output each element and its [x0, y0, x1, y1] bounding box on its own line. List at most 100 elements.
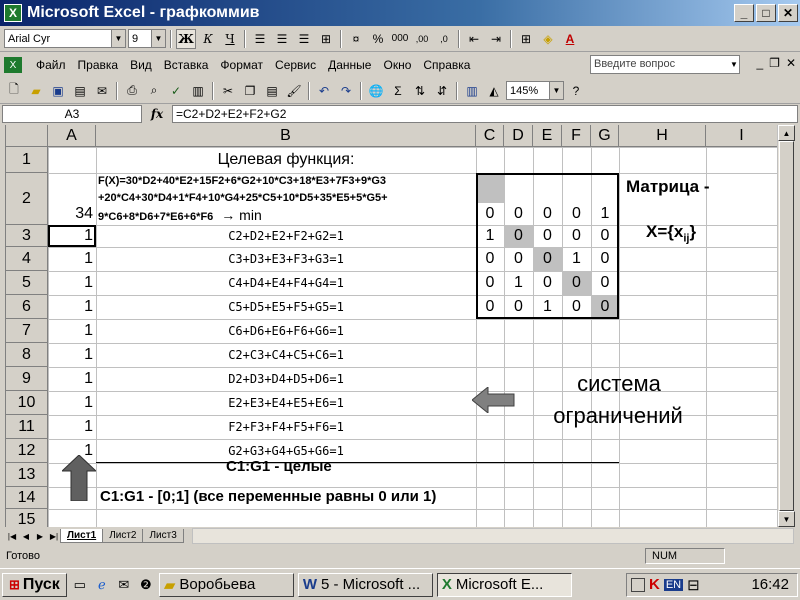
help-icon[interactable]: ?: [566, 81, 586, 101]
zoom-select[interactable]: 145% ▼: [506, 81, 564, 100]
cell-b13[interactable]: C1:G1 - целые: [226, 458, 332, 475]
task-word[interactable]: W 5 - Microsoft ...: [297, 572, 433, 597]
font-size-select[interactable]: 9 ▼: [128, 29, 166, 48]
cell-b2[interactable]: F(X)=30*D2+40*E2+15F2+6*G2+10*C3+18*E3+7…: [96, 173, 476, 225]
cell-a2[interactable]: 34: [48, 173, 96, 225]
row-header-3[interactable]: 3: [6, 225, 48, 247]
chevron-down-icon[interactable]: ▼: [151, 30, 165, 47]
font-color-icon[interactable]: A: [560, 29, 580, 49]
drawing-icon[interactable]: ◭: [484, 81, 504, 101]
cell-b1[interactable]: Целевая функция:: [96, 147, 476, 173]
doc-restore-button[interactable]: ❐: [769, 56, 780, 70]
antivirus-icon[interactable]: K: [649, 576, 660, 593]
increase-decimal-button[interactable]: ,00: [412, 29, 432, 49]
excel-app-icon[interactable]: X: [4, 4, 22, 22]
show-desktop-icon[interactable]: ▭: [71, 576, 89, 594]
active-cell-a3[interactable]: 1: [48, 225, 96, 247]
cell-a4[interactable]: 1: [48, 247, 96, 271]
sheet-tab-3[interactable]: Лист3: [142, 529, 184, 543]
row-header-4[interactable]: 4: [6, 247, 48, 271]
constraint-cell-b6[interactable]: C5+D5+E5+F5+G5=1: [96, 295, 476, 319]
open-folder-icon[interactable]: ▰: [26, 81, 46, 101]
spelling-icon[interactable]: ✓: [166, 81, 186, 101]
row-header-13[interactable]: 13: [6, 463, 48, 487]
worksheet-grid[interactable]: A B C D E F G H I 1 2 3 4 5 6 7 8 9 10 11 12 13 14 15 Целевая фу…: [5, 125, 777, 527]
select-all-corner[interactable]: [6, 125, 48, 147]
row-header-9[interactable]: 9: [6, 367, 48, 391]
column-header-d[interactable]: D: [504, 125, 533, 147]
cell-a5[interactable]: 1: [48, 271, 96, 295]
fill-color-icon[interactable]: ◈: [538, 29, 558, 49]
scroll-down-icon[interactable]: ▼: [778, 511, 795, 527]
cell-a11[interactable]: 1: [48, 415, 96, 439]
scroll-thumb[interactable]: [779, 141, 794, 511]
chart-wizard-icon[interactable]: ▥: [462, 81, 482, 101]
menu-item-tools[interactable]: Сервис: [269, 58, 322, 72]
name-box[interactable]: A3: [2, 105, 142, 123]
doc-close-button[interactable]: ✕: [786, 56, 796, 70]
thousands-button[interactable]: 000: [390, 29, 410, 49]
menu-item-file[interactable]: Файл: [30, 58, 72, 72]
menu-item-format[interactable]: Формат: [214, 58, 269, 72]
cell-a8[interactable]: 1: [48, 343, 96, 367]
align-left-icon[interactable]: ☰: [250, 29, 270, 49]
column-header-g[interactable]: G: [591, 125, 619, 147]
tray-app-icon[interactable]: [631, 577, 645, 592]
chevron-down-icon[interactable]: ▼: [728, 56, 740, 73]
column-header-f[interactable]: F: [562, 125, 591, 147]
menu-item-data[interactable]: Данные: [322, 58, 377, 72]
constraint-cell-b8[interactable]: C2+C3+C4+C5+C6=1: [96, 343, 476, 367]
row-header-11[interactable]: 11: [6, 415, 48, 439]
row-header-1[interactable]: 1: [6, 147, 48, 173]
scroll-up-icon[interactable]: ▲: [778, 125, 795, 141]
row-header-10[interactable]: 10: [6, 391, 48, 415]
menu-item-insert[interactable]: Вставка: [158, 58, 215, 72]
close-button[interactable]: ✕: [778, 4, 798, 22]
font-select[interactable]: Arial Cyr ▼: [4, 29, 126, 48]
decrease-indent-icon[interactable]: ⇤: [464, 29, 484, 49]
column-header-c[interactable]: C: [476, 125, 504, 147]
network-icon[interactable]: ⊟: [687, 576, 700, 594]
row-header-2[interactable]: 2: [6, 173, 48, 225]
constraint-cell-b3[interactable]: C2+D2+E2+F2+G2=1: [96, 225, 476, 247]
row-header-7[interactable]: 7: [6, 319, 48, 343]
constraint-cell-b11[interactable]: F2+F3+F4+F5+F6=1: [96, 415, 476, 439]
maximize-button[interactable]: □: [756, 4, 776, 22]
constraint-cell-b7[interactable]: C6+D6+E6+F6+G6=1: [96, 319, 476, 343]
horizontal-scrollbar[interactable]: [191, 528, 794, 544]
constraint-cell-b9[interactable]: D2+D3+D4+D5+D6=1: [96, 367, 476, 391]
format-painter-icon[interactable]: 🖌: [284, 81, 304, 101]
print-preview-icon[interactable]: ⌕: [144, 81, 164, 101]
last-sheet-icon[interactable]: ▶|: [47, 532, 61, 541]
bold-button[interactable]: Ж: [176, 28, 196, 49]
sheet-tab-2[interactable]: Лист2: [102, 529, 144, 543]
ask-question-input[interactable]: Введите вопрос: [590, 55, 740, 74]
row-header-8[interactable]: 8: [6, 343, 48, 367]
fx-icon[interactable]: fx: [142, 107, 172, 121]
sort-ascending-icon[interactable]: ⇅: [410, 81, 430, 101]
cell-a10[interactable]: 1: [48, 391, 96, 415]
workbook-icon[interactable]: X: [4, 57, 22, 73]
sort-descending-icon[interactable]: ⇵: [432, 81, 452, 101]
research-icon[interactable]: ▥: [188, 81, 208, 101]
column-header-b[interactable]: B: [96, 125, 476, 147]
row-header-14[interactable]: 14: [6, 487, 48, 509]
copy-icon[interactable]: ❐: [240, 81, 260, 101]
task-excel[interactable]: X Microsoft E...: [436, 572, 572, 597]
row-header-12[interactable]: 12: [6, 439, 48, 463]
prev-sheet-icon[interactable]: ◀: [19, 532, 33, 541]
italic-button[interactable]: К: [198, 29, 218, 49]
align-right-icon[interactable]: ☰: [294, 29, 314, 49]
column-header-a[interactable]: A: [48, 125, 96, 147]
redo-icon[interactable]: ↷: [336, 81, 356, 101]
save-icon[interactable]: ▣: [48, 81, 68, 101]
menu-item-window[interactable]: Окно: [377, 58, 417, 72]
language-indicator[interactable]: EN: [663, 578, 684, 591]
cell-a6[interactable]: 1: [48, 295, 96, 319]
align-center-icon[interactable]: ☰: [272, 29, 292, 49]
internet-explorer-icon[interactable]: ℯ: [93, 576, 111, 594]
menu-item-edit[interactable]: Правка: [72, 58, 125, 72]
cut-icon[interactable]: ✂: [218, 81, 238, 101]
email-icon[interactable]: ✉: [92, 81, 112, 101]
autosum-icon[interactable]: Σ: [388, 81, 408, 101]
